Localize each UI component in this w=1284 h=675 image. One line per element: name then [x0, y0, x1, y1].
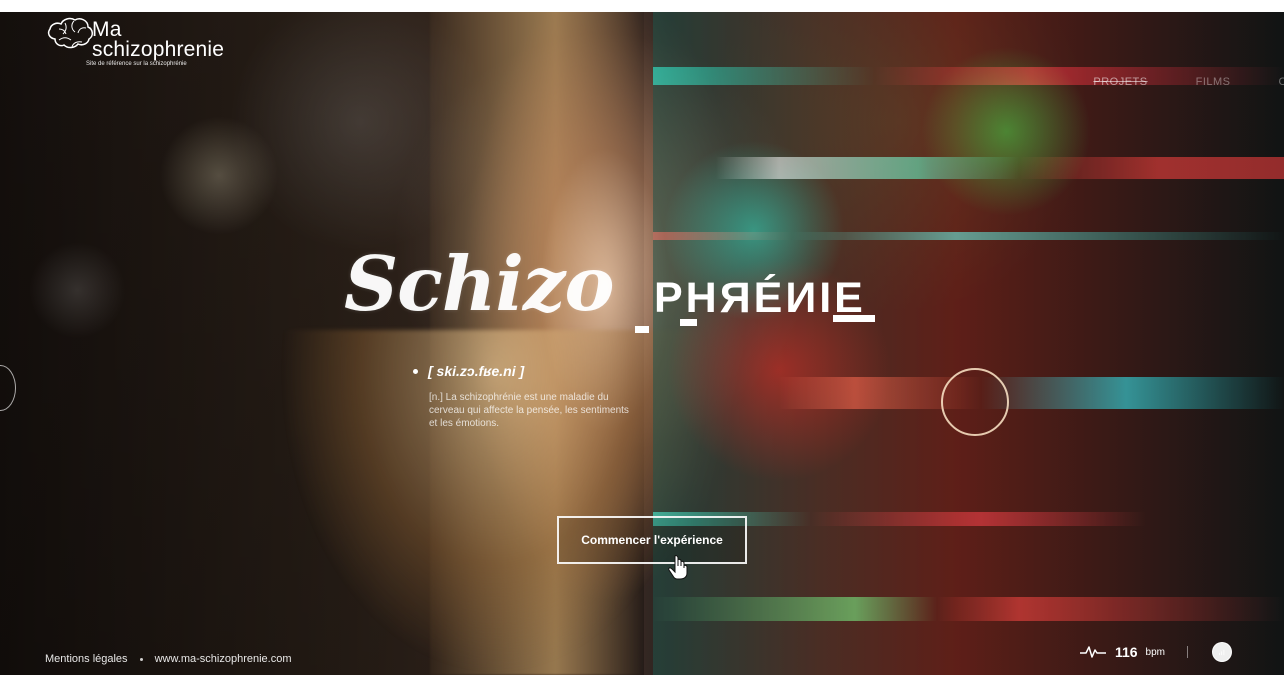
footer-separator: [139, 657, 143, 661]
brand-tagline: Site de référence sur la schizophrénie: [86, 61, 187, 67]
nav-item-projects[interactable]: PROJETS: [1093, 76, 1147, 88]
website-link[interactable]: www.ma-schizophrenie.com: [155, 653, 292, 665]
brand-name-line-2: schizophrenie: [92, 38, 225, 61]
sound-icon: [1219, 649, 1225, 655]
legal-mentions-link[interactable]: Mentions légales: [45, 653, 128, 665]
headline-glitch-mark: [680, 319, 697, 326]
bpm-unit: bpm: [1145, 646, 1165, 658]
start-experience-button[interactable]: Commencer l'expérience: [557, 516, 747, 564]
hand-cursor-icon: [668, 555, 688, 580]
glitch-scanline: [653, 157, 1284, 179]
pulse-icon: [1079, 646, 1106, 658]
heart-rate-indicator: 116 bpm: [1079, 642, 1232, 662]
nav-item-contact[interactable]: CO: [1279, 76, 1284, 88]
headline-schizo: Schizo: [344, 240, 614, 328]
headline-glitch-mark: [833, 315, 875, 322]
portrait-hair: [280, 330, 710, 675]
brain-icon: [47, 17, 93, 49]
top-navigation: PROJETS FILMS CO: [1093, 76, 1284, 88]
headline-glitch-mark: [635, 326, 649, 333]
brand-name-line-1: Ma: [92, 18, 122, 41]
hover-circle: [941, 368, 1009, 436]
glitched-portrait-half: [653, 12, 1284, 675]
phonetic-pronunciation: [ ski.zɔ.fʁe.ni ]: [428, 363, 525, 379]
glitch-scanline: [653, 232, 1284, 240]
definition-bullet: [413, 369, 418, 374]
glitch-scanline: [653, 597, 1284, 621]
definition-text: [n.] La schizophrénie est une maladie du…: [429, 392, 629, 429]
control-divider: [1187, 646, 1188, 658]
site-logo[interactable]: Ma schizophrenie Site de référence sur l…: [46, 12, 226, 74]
nav-item-films[interactable]: FILMS: [1196, 76, 1231, 88]
footer-links: Mentions légales www.ma-schizophrenie.co…: [45, 653, 292, 665]
glitch-scanline: [653, 512, 1284, 526]
hero-stage: Ma schizophrenie Site de référence sur l…: [0, 0, 1284, 675]
sound-toggle-button[interactable]: [1212, 642, 1232, 662]
bpm-value: 116: [1114, 644, 1138, 660]
